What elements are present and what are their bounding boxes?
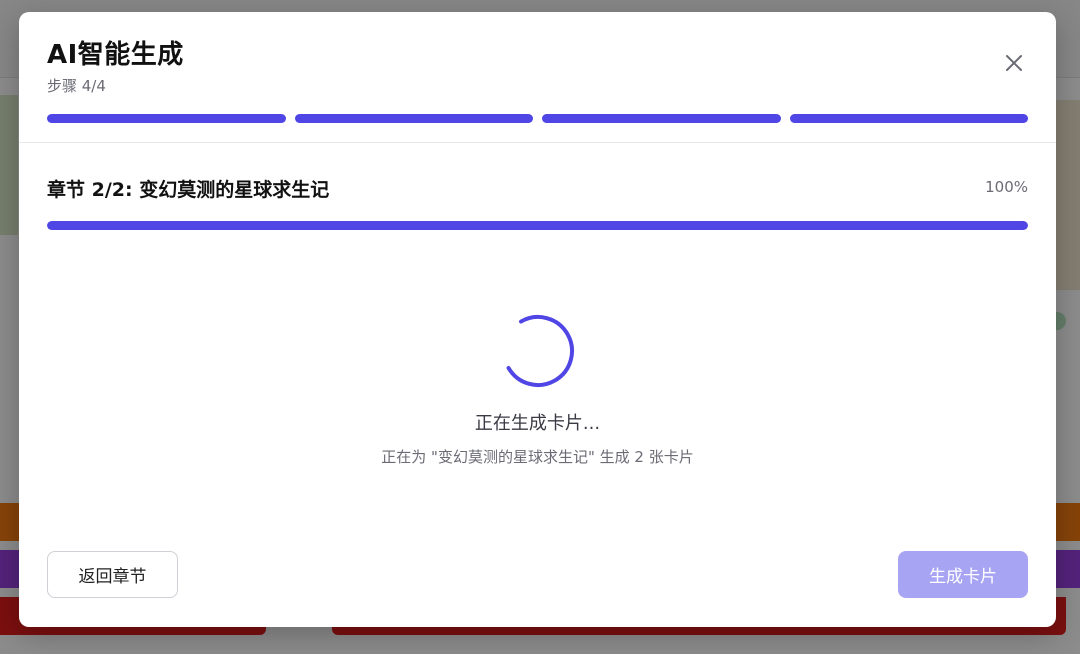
- chapter-title: 章节 2/2: 变幻莫测的星球求生记: [47, 179, 330, 201]
- chapter-progress-percent: 100%: [985, 178, 1028, 196]
- step-bar-2: [294, 114, 533, 123]
- close-icon: [1006, 55, 1022, 71]
- modal-header: AI智能生成 步骤 4/4: [19, 12, 1056, 143]
- step-bar-3: [542, 114, 781, 123]
- loading-spinner-icon: [502, 315, 574, 387]
- step-bar-4: [789, 114, 1028, 123]
- chapter-progress-fill: [47, 221, 1028, 230]
- ai-generate-modal: AI智能生成 步骤 4/4 章节 2/2: 变幻莫测的星球求生记 100% 正在…: [19, 12, 1056, 627]
- step-indicator: 步骤 4/4: [47, 77, 106, 95]
- generation-status-detail: 正在为 "变幻莫测的星球求生记" 生成 2 张卡片: [381, 448, 694, 466]
- step-bar-1: [47, 114, 286, 123]
- modal-title: AI智能生成: [47, 40, 184, 70]
- back-to-chapters-button[interactable]: 返回章节: [47, 551, 178, 598]
- generate-cards-button[interactable]: 生成卡片: [898, 551, 1028, 598]
- step-progress-bars: [47, 114, 1028, 123]
- close-button[interactable]: [1001, 50, 1027, 76]
- generation-status: 正在生成卡片...: [474, 413, 601, 434]
- chapter-progress-bar: [47, 221, 1028, 230]
